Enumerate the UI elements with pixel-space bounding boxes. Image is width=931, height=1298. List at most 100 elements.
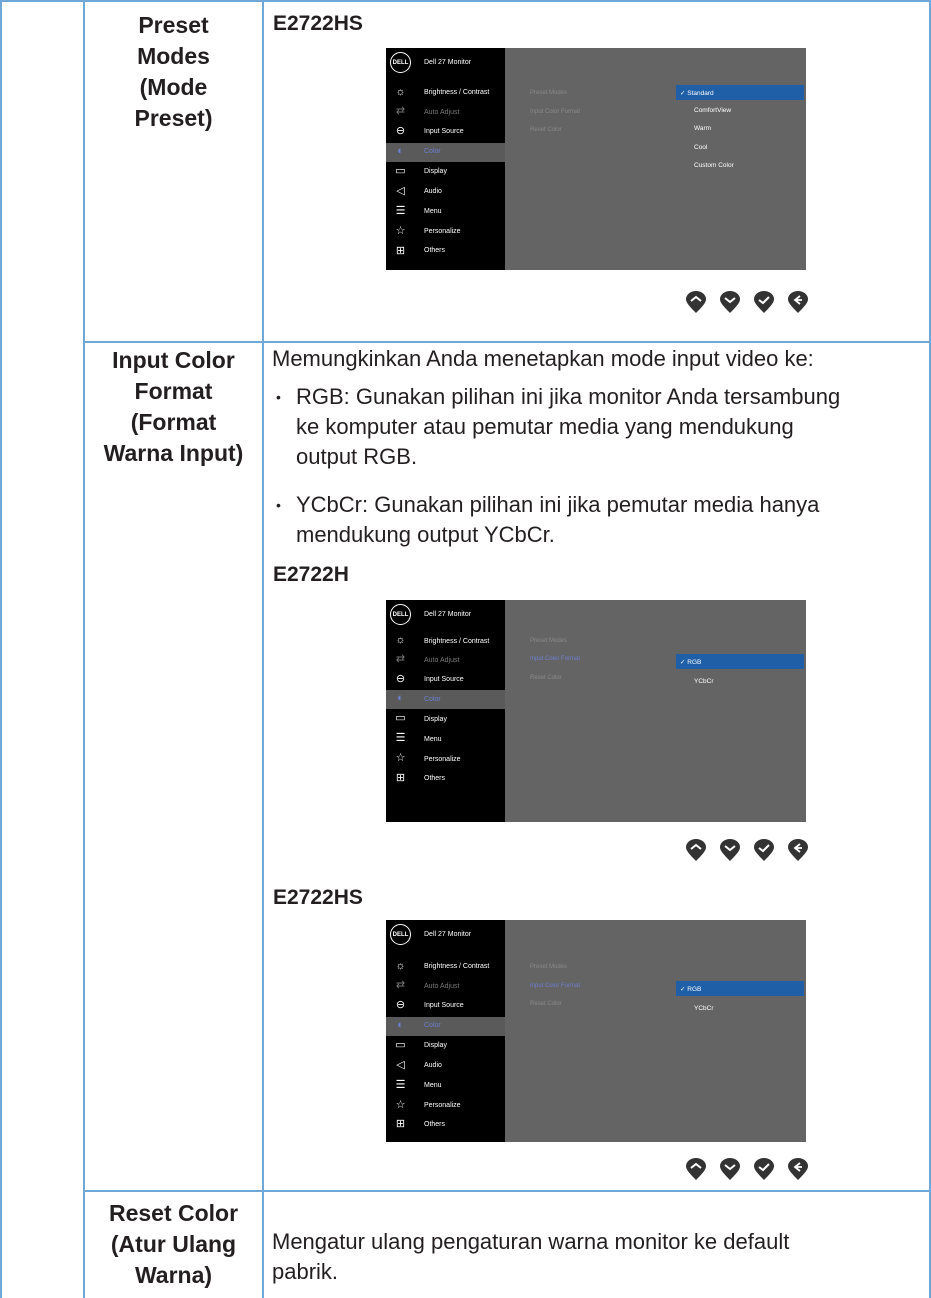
- menu-item-auto-adjust: Auto Adjust: [424, 657, 460, 664]
- row-label-reset-color: Reset Color (Atur Ulang Warna): [108, 1200, 239, 1288]
- submenu-input-color-format: Input Color Format: [530, 109, 581, 115]
- up-button-icon: [686, 1158, 706, 1180]
- menu-item-color: Color: [424, 1022, 441, 1029]
- others-icon: ⊞: [395, 245, 406, 257]
- osd-title: Dell 27 Monitor: [424, 611, 472, 618]
- down-button-icon: [720, 1158, 740, 1180]
- menu-item-audio: Audio: [424, 188, 442, 195]
- submenu-input-color-format: Input Color Format: [530, 983, 581, 989]
- display-icon: ▭: [395, 1039, 406, 1051]
- submenu-preset-modes: Preset Modes: [530, 964, 568, 970]
- osd-preset-modes: DELL Dell 27 Monitor ☼ Brightness / Cont…: [386, 48, 806, 270]
- menu-icon: ☰: [395, 732, 406, 744]
- dell-logo: DELL: [390, 604, 411, 625]
- menu-item-menu: Menu: [424, 208, 442, 215]
- table-left-border: [0, 0, 2, 1298]
- color-icon: ◐: [397, 692, 404, 704]
- menu-item-auto-adjust: Auto Adjust: [424, 983, 460, 990]
- bullet-ycbcr: YCbCr: Gunakan pilihan ini jika pemutar …: [296, 492, 820, 547]
- brightness-icon: ☼: [395, 960, 406, 972]
- osd-input-format-e2722h: DELL Dell 27 Monitor ☼ Brightness / Cont…: [386, 600, 806, 822]
- display-icon: ▭: [395, 165, 406, 177]
- up-button-icon: [686, 291, 706, 313]
- row-label-preset-modes: Preset Modes (Mode Preset): [134, 12, 213, 131]
- audio-icon: ◁: [396, 1059, 405, 1071]
- option-rgb: ✓ RGB: [676, 981, 804, 996]
- menu-item-brightness: Brightness / Contrast: [424, 638, 490, 645]
- osd-buttons-1: [684, 290, 810, 314]
- osd-input-format-e2722hs: DELL Dell 27 Monitor ☼ Brightness / Cont…: [386, 920, 806, 1142]
- input-source-icon: ⊖: [395, 999, 406, 1011]
- down-button-icon: [720, 839, 740, 861]
- table-col1-border: [83, 0, 85, 1298]
- audio-icon: ◁: [396, 185, 405, 197]
- ok-button-icon: [754, 1158, 774, 1180]
- menu-icon: ☰: [395, 205, 406, 217]
- menu-item-color: Color: [424, 148, 441, 155]
- option-ycbcr: YCbCr: [694, 678, 714, 685]
- input-source-icon: ⊖: [395, 125, 406, 137]
- others-icon: ⊞: [395, 1118, 406, 1130]
- bullet-rgb-dot: •: [276, 389, 281, 405]
- menu-item-others: Others: [424, 247, 446, 254]
- color-icon: ◐: [397, 145, 404, 157]
- input-source-icon: ⊖: [395, 673, 406, 685]
- reset-description: Mengatur ulang pengaturan warna monitor …: [272, 1229, 790, 1284]
- brightness-icon: ☼: [395, 634, 406, 646]
- auto-adjust-icon: ⇄: [395, 653, 406, 665]
- bullet-rgb: RGB: Gunakan pilihan ini jika monitor An…: [296, 384, 841, 469]
- row-divider-2: [84, 1190, 930, 1192]
- menu-item-personalize: Personalize: [424, 756, 461, 763]
- ok-button-icon: [754, 291, 774, 313]
- row-label-input-color-format: Input Color Format (Format Warna Input): [103, 347, 244, 466]
- row-divider-1: [84, 341, 930, 343]
- submenu-input-color-format: Input Color Format: [530, 656, 581, 662]
- model-heading-e2722h: E2722H: [273, 563, 349, 586]
- option-comfortview: ComfortView: [694, 107, 732, 114]
- osd-panel: [505, 920, 806, 1142]
- menu-item-brightness: Brightness / Contrast: [424, 963, 490, 970]
- option-warm: Warm: [694, 125, 712, 132]
- menu-item-input-source: Input Source: [424, 128, 464, 135]
- osd-title: Dell 27 Monitor: [424, 931, 472, 938]
- menu-item-color: Color: [424, 696, 441, 703]
- personalize-icon: ☆: [395, 1099, 406, 1111]
- menu-item-menu: Menu: [424, 736, 442, 743]
- submenu-reset-color: Reset Color: [530, 1001, 562, 1007]
- back-button-icon: [788, 291, 808, 313]
- menu-icon: ☰: [395, 1079, 406, 1091]
- menu-item-others: Others: [424, 1121, 446, 1128]
- dell-logo: DELL: [390, 924, 411, 945]
- others-icon: ⊞: [395, 772, 406, 784]
- table-col2-border: [262, 0, 264, 1298]
- back-button-icon: [788, 839, 808, 861]
- back-button-icon: [788, 1158, 808, 1180]
- menu-item-display: Display: [424, 1042, 447, 1049]
- menu-item-input-source: Input Source: [424, 1002, 464, 1009]
- option-cool: Cool: [694, 144, 708, 151]
- menu-item-personalize: Personalize: [424, 1102, 461, 1109]
- display-icon: ▭: [395, 712, 406, 724]
- auto-adjust-icon: ⇄: [395, 105, 406, 117]
- dell-logo: DELL: [390, 52, 411, 73]
- osd-buttons-3: [684, 1157, 810, 1181]
- personalize-icon: ☆: [395, 225, 406, 237]
- submenu-preset-modes: Preset Modes: [530, 638, 568, 644]
- menu-item-input-source: Input Source: [424, 676, 464, 683]
- submenu-reset-color: Reset Color: [530, 127, 562, 133]
- option-ycbcr: YCbCr: [694, 1005, 714, 1012]
- auto-adjust-icon: ⇄: [395, 979, 406, 991]
- up-button-icon: [686, 839, 706, 861]
- personalize-icon: ☆: [395, 752, 406, 764]
- table-top-border: [0, 0, 931, 2]
- color-icon: ◐: [397, 1019, 404, 1031]
- menu-item-brightness: Brightness / Contrast: [424, 89, 490, 96]
- osd-title: Dell 27 Monitor: [424, 59, 472, 66]
- menu-item-auto-adjust: Auto Adjust: [424, 109, 460, 116]
- option-standard: ✓ Standard: [676, 85, 804, 100]
- option-custom-color: Custom Color: [694, 162, 734, 169]
- model-heading-e2722hs-preset: E2722HS: [273, 12, 363, 35]
- model-heading-e2722hs-format: E2722HS: [273, 886, 363, 909]
- ok-button-icon: [754, 839, 774, 861]
- submenu-reset-color: Reset Color: [530, 675, 562, 681]
